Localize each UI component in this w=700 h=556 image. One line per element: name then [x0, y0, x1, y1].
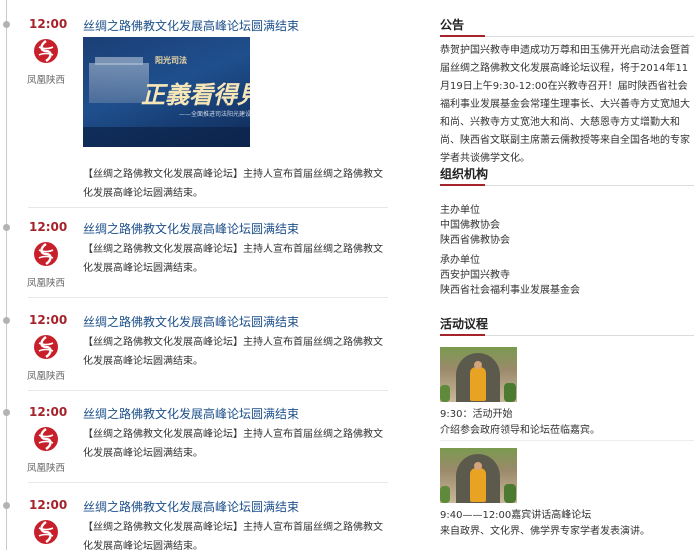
item-description: 【丝绸之路佛教文化发展高峰论坛】主持人宣布首届丝绸之路佛教文化发展高峰论坛圆满结…: [83, 169, 383, 199]
organizer-item: 西安护国兴教寺: [440, 270, 510, 281]
agenda-heading: 活动议程: [440, 317, 489, 331]
heading-accent: [440, 334, 485, 336]
item-description: 【丝绸之路佛教文化发展高峰论坛】主持人宣布首届丝绸之路佛教文化发展高峰论坛圆满结…: [83, 429, 383, 459]
item-time: 12:00: [29, 313, 68, 327]
item-description: 【丝绸之路佛教文化发展高峰论坛】主持人宣布首届丝绸之路佛教文化发展高峰论坛圆满结…: [83, 244, 383, 274]
timeline-dot: [3, 21, 10, 28]
timeline-dot: [3, 502, 10, 509]
item-title-link[interactable]: 丝绸之路佛教文化发展高峰论坛圆满结束: [83, 313, 299, 330]
item-time: 12:00: [29, 405, 68, 419]
notice-heading: 公告: [440, 18, 465, 32]
phoenix-logo-icon: [34, 242, 58, 266]
thumbnail-building: [89, 63, 149, 103]
notice-rule: [440, 35, 694, 37]
organizer-item: 陕西省社会福利事业发展基金会: [440, 285, 580, 296]
item-title-link[interactable]: 丝绸之路佛教文化发展高峰论坛圆满结束: [83, 405, 299, 422]
item-time: 12:00: [29, 498, 68, 512]
photo-monk-head: [474, 462, 482, 470]
item-source: 凤凰陕西: [27, 371, 66, 382]
notice-text: 恭贺护国兴教寺申遗成功万尊和田玉佛开光启动法会暨首届丝绸之路佛教文化发展高峰论坛…: [440, 45, 690, 164]
photo-plant: [504, 484, 516, 503]
item-divider: [28, 297, 388, 298]
timeline-line: [6, 0, 7, 550]
item-divider: [28, 207, 388, 208]
timeline-dot: [3, 409, 10, 416]
item-title-link[interactable]: 丝绸之路佛教文化发展高峰论坛圆满结束: [83, 17, 299, 34]
agenda-item-desc: 介绍参会政府领导和论坛莅临嘉宾。: [440, 425, 600, 436]
item-time: 12:00: [29, 220, 68, 234]
photo-monk: [470, 468, 486, 502]
agenda-item-desc: 来自政界、文化界、佛学界专家学者发表演讲。: [440, 526, 650, 537]
item-divider: [28, 482, 388, 483]
item-source: 凤凰陕西: [27, 278, 66, 289]
timeline-dot: [3, 224, 10, 231]
thumbnail-caption-sub: ——全面推进司法阳光建设: [179, 111, 250, 118]
photo-monk: [470, 367, 486, 401]
phoenix-logo-icon: [34, 427, 58, 451]
phoenix-logo-icon: [34, 39, 58, 63]
host-item: 中国佛教协会: [440, 220, 500, 231]
item-divider: [28, 390, 388, 391]
phoenix-logo-icon: [34, 520, 58, 544]
org-heading: 组织机构: [440, 167, 489, 181]
heading-accent: [440, 35, 485, 37]
item-thumbnail[interactable]: 阳光司法 正義看得見 ——全面推进司法阳光建设: [83, 37, 250, 147]
item-time: 12:00: [29, 17, 68, 31]
agenda-divider: [440, 440, 694, 441]
photo-plant: [440, 385, 450, 402]
organizer-label: 承办单位: [440, 255, 480, 266]
item-title-link[interactable]: 丝绸之路佛教文化发展高峰论坛圆满结束: [83, 498, 299, 515]
host-item: 陕西省佛教协会: [440, 235, 510, 246]
phoenix-logo-icon: [34, 335, 58, 359]
photo-plant: [504, 383, 516, 402]
agenda-photo[interactable]: [440, 448, 517, 503]
org-rule: [440, 184, 694, 186]
photo-plant: [440, 486, 450, 503]
heading-accent: [440, 184, 485, 186]
thumbnail-stripe: [83, 127, 250, 147]
agenda-item-title: 9:40——12:00嘉宾讲话高峰论坛: [440, 510, 592, 521]
agenda-item-title: 9:30：活动开始: [440, 409, 513, 420]
thumbnail-caption-main: 正義看得見: [141, 80, 250, 109]
item-description: 【丝绸之路佛教文化发展高峰论坛】主持人宣布首届丝绸之路佛教文化发展高峰论坛圆满结…: [83, 522, 383, 552]
host-label: 主办单位: [440, 205, 480, 216]
photo-monk-head: [474, 361, 482, 369]
timeline-dot: [3, 317, 10, 324]
thumbnail-caption-top: 阳光司法: [155, 56, 187, 65]
item-title-link[interactable]: 丝绸之路佛教文化发展高峰论坛圆满结束: [83, 220, 299, 237]
agenda-rule: [440, 334, 694, 336]
item-source: 凤凰陕西: [27, 75, 66, 86]
agenda-photo[interactable]: [440, 347, 517, 402]
item-source: 凤凰陕西: [27, 463, 66, 474]
item-description: 【丝绸之路佛教文化发展高峰论坛】主持人宣布首届丝绸之路佛教文化发展高峰论坛圆满结…: [83, 337, 383, 367]
